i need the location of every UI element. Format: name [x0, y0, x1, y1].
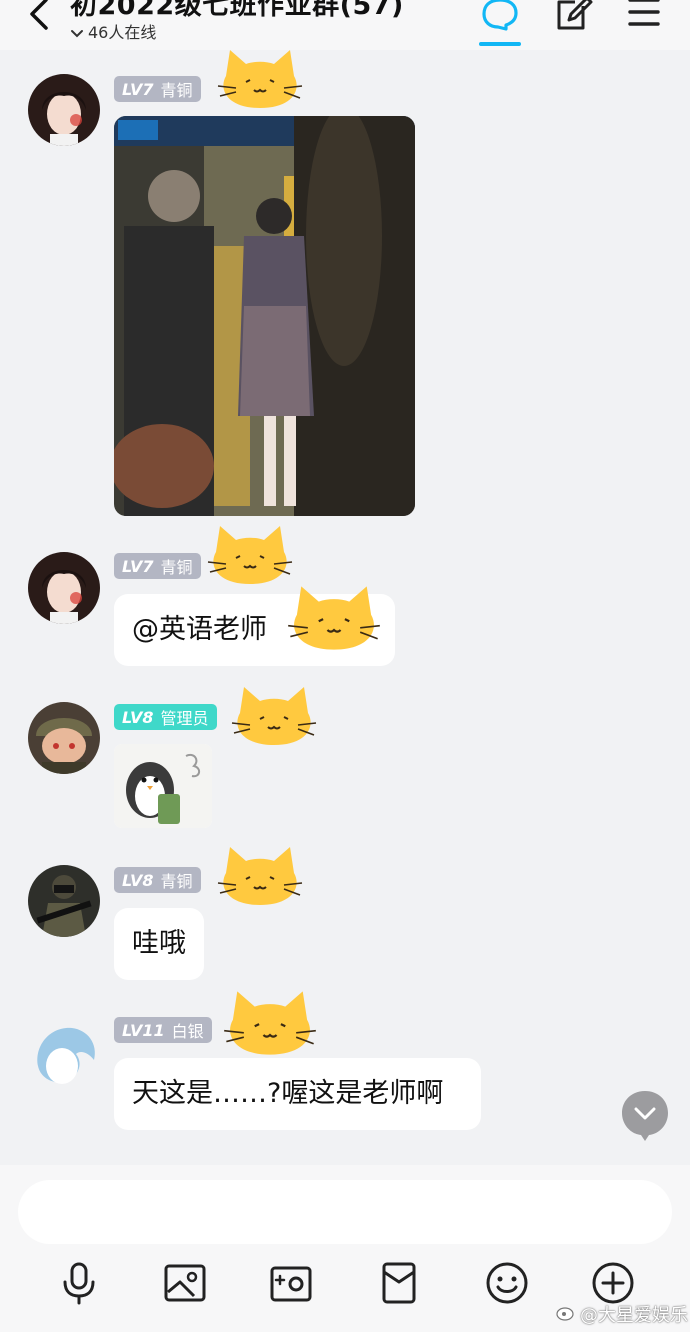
admin-badge: LV8 管理员 [114, 704, 217, 730]
avatar-soldier-gun-icon [28, 865, 100, 937]
cat-sticker-icon [217, 847, 303, 905]
avatar-girl-icon [28, 74, 100, 146]
avatar-soldier-icon [28, 702, 100, 774]
member-title: LV7 青铜 [114, 552, 201, 580]
sticker-message[interactable] [114, 744, 212, 828]
red-packet-icon[interactable] [376, 1260, 422, 1306]
level-badge: LV11 白银 [114, 1017, 212, 1043]
cat-sticker-icon [217, 50, 303, 108]
chevron-down-icon [71, 29, 83, 37]
avatar[interactable] [28, 702, 100, 774]
level-badge: LV7 青铜 [114, 553, 201, 579]
message-bubble[interactable]: 哇哦 [114, 908, 204, 980]
level-badge: LV7 青铜 [114, 76, 201, 102]
cat-sticker-icon [207, 526, 293, 584]
chat-bubble-icon[interactable] [476, 0, 524, 38]
online-count[interactable]: 46人在线 [70, 19, 156, 43]
edit-icon[interactable] [549, 0, 597, 38]
plus-icon[interactable] [590, 1260, 636, 1306]
message-input[interactable] [18, 1180, 672, 1244]
online-count-label: 46人在线 [88, 23, 157, 42]
photo-message[interactable] [114, 116, 415, 516]
member-title: LV11 白银 [114, 1016, 212, 1044]
avatar[interactable] [28, 865, 100, 937]
avatar[interactable] [28, 74, 100, 146]
avatar[interactable] [28, 552, 100, 624]
message-bubble[interactable]: 天这是……?喔这是老师啊 [114, 1058, 481, 1130]
penguin-sticker-icon [114, 744, 212, 828]
message-text: 哇哦 [132, 928, 186, 959]
image-icon[interactable] [162, 1260, 208, 1306]
cat-sticker-icon [224, 991, 316, 1055]
avatar-girl-icon [28, 552, 100, 624]
message-text: @英语老师 [132, 614, 267, 645]
camera-icon[interactable] [268, 1260, 314, 1306]
chat-screen: 初2022级七班作业群(57) 46人在线 LV7 青铜 LV7 青铜 @英语老… [0, 0, 690, 1332]
cat-sticker-icon [231, 687, 317, 745]
member-title: LV8 青铜 [114, 866, 201, 894]
microphone-icon[interactable] [56, 1260, 102, 1306]
shop-photo-image [114, 116, 415, 516]
cat-sticker-icon [288, 586, 380, 650]
member-title: LV8 管理员 [114, 703, 217, 731]
chat-header: 初2022级七班作业群(57) 46人在线 [0, 0, 690, 50]
avatar-dolphin-icon [28, 1016, 100, 1088]
avatar[interactable] [28, 1016, 100, 1088]
back-arrow-icon[interactable] [22, 0, 56, 36]
scroll-to-bottom-button[interactable] [620, 1089, 670, 1143]
level-badge: LV8 青铜 [114, 867, 201, 893]
weibo-logo-icon [556, 1307, 574, 1321]
emoji-icon[interactable] [484, 1260, 530, 1306]
menu-icon[interactable] [620, 0, 668, 38]
watermark: @大星爱娱乐 [580, 1305, 688, 1326]
member-title: LV7 青铜 [114, 75, 201, 103]
message-text: 天这是……?喔这是老师啊 [132, 1078, 444, 1109]
active-tab-indicator [479, 42, 521, 46]
